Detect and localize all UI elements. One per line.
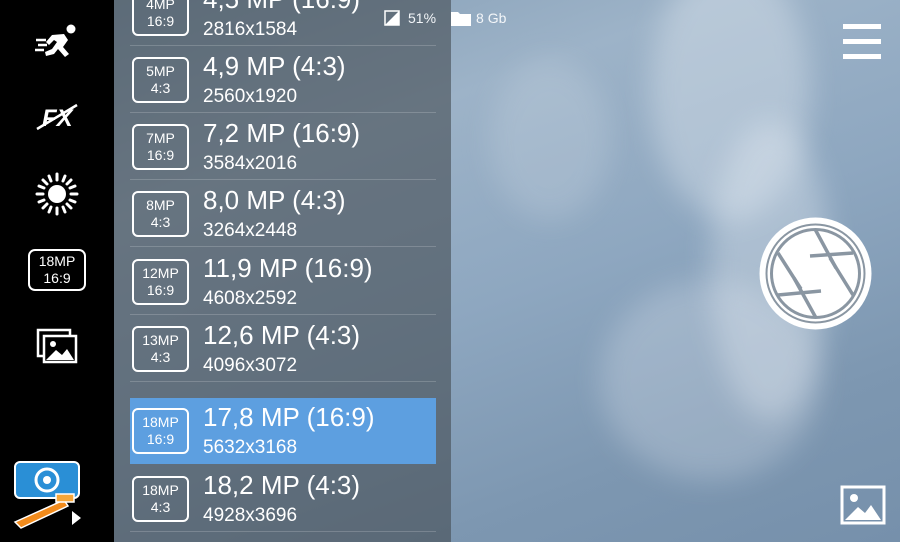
resolution-option-mp: 4MP — [146, 0, 175, 12]
hamburger-icon — [843, 24, 881, 29]
exposure-button[interactable] — [0, 170, 114, 218]
status-bar: 51% 8 Gb — [384, 6, 506, 30]
battery-level: 51% — [408, 10, 437, 26]
resolution-option-ratio: 4:3 — [150, 499, 171, 515]
gallery-mode-button[interactable] — [0, 325, 114, 367]
shutter-button[interactable] — [758, 216, 873, 331]
resolution-option-dimensions: 3264x2448 — [203, 220, 298, 241]
resolution-option-dimensions: 2560x1920 — [203, 86, 298, 107]
resolution-option-badge: 18MP 4:3 — [132, 476, 189, 522]
resolution-option-badge: 13MP 4:3 — [132, 326, 189, 372]
resolution-option-title: 4,5 MP (16:9) — [203, 0, 360, 15]
scene-mode-button[interactable] — [0, 20, 114, 66]
storage-free: 8 Gb — [476, 10, 507, 26]
resolution-option[interactable]: 18MP 16:9 17,8 MP (16:9) 5632x3168 — [130, 398, 436, 464]
resolution-option-dimensions: 4608x2592 — [203, 288, 298, 309]
resolution-option-ratio: 16:9 — [146, 431, 175, 447]
effects-button[interactable]: FX — [0, 96, 114, 136]
resolution-option-ratio: 4:3 — [150, 80, 171, 96]
brightness-icon — [35, 172, 79, 216]
resolution-badge: 18MP 16:9 — [28, 249, 86, 291]
resolution-option-dimensions: 2816x1584 — [203, 19, 298, 40]
resolution-option-mp: 18MP — [142, 414, 179, 430]
resolution-option-title: 11,9 MP (16:9) — [203, 253, 373, 283]
folder-icon — [451, 12, 472, 26]
resolution-option-mp: 18MP — [142, 482, 179, 498]
resolution-option-mp: 12MP — [142, 265, 179, 281]
resolution-option-ratio: 16:9 — [146, 282, 175, 298]
resolution-option-badge: 7MP 16:9 — [132, 124, 189, 170]
running-person-icon — [35, 24, 76, 57]
resolution-option-mp: 13MP — [142, 332, 179, 348]
resolution-option[interactable]: 13MP 4:3 12,6 MP (4:3) 4096x3072 — [130, 316, 436, 382]
resolution-button[interactable]: 18MP 16:9 — [0, 246, 114, 294]
resolution-option-badge: 5MP 4:3 — [132, 57, 189, 103]
exposure-half-icon — [384, 10, 400, 26]
resolution-list: 4MP16:94,5 MP (16:9)2816x15845MP4:34,9 M… — [114, 0, 451, 542]
resolution-option-dimensions: 4096x3072 — [203, 355, 298, 376]
hamburger-icon-bar — [843, 54, 881, 59]
resolution-option-title: 4,9 MP (4:3) — [203, 51, 346, 81]
resolution-option-ratio: 4:3 — [150, 214, 171, 230]
resolution-option[interactable]: 8MP 4:3 8,0 MP (4:3) 3264x2448 — [130, 181, 436, 247]
resolution-option-title: 8,0 MP (4:3) — [203, 185, 346, 215]
hamburger-icon-bar — [843, 39, 881, 44]
photos-icon — [36, 328, 78, 364]
resolution-badge-ratio: 16:9 — [43, 270, 71, 286]
resolution-option[interactable]: 12MP 16:9 11,9 MP (16:9) 4608x2592 — [130, 249, 436, 315]
image-icon — [840, 485, 886, 525]
aperture-icon — [759, 217, 872, 330]
resolution-option[interactable]: 5MP 4:3 4,9 MP (4:3) 2560x1920 — [130, 47, 436, 113]
resolution-option-dimensions: 5632x3168 — [203, 437, 298, 458]
resolution-option-badge: 12MP 16:9 — [132, 259, 189, 305]
resolution-option-ratio: 16:9 — [146, 147, 175, 163]
resolution-option-title: 7,2 MP (16:9) — [203, 118, 361, 148]
resolution-option-title: 12,6 MP (4:3) — [203, 320, 361, 350]
expand-arrow-icon[interactable] — [72, 511, 81, 525]
resolution-option[interactable]: 7MP 16:9 7,2 MP (16:9) 3584x2016 — [130, 114, 436, 180]
resolution-option-dimensions: 4928x3696 — [203, 505, 298, 526]
resolution-option-badge: 4MP 16:9 — [132, 0, 189, 36]
sidebar: FX 18MP 16:9 — [0, 0, 114, 542]
resolution-option-mp: 7MP — [146, 130, 175, 146]
resolution-option-badge: 18MP 16:9 — [132, 408, 189, 454]
resolution-option-ratio: 4:3 — [150, 349, 171, 365]
fx-icon: FX — [36, 103, 78, 132]
resolution-option-mp: 8MP — [146, 197, 175, 213]
gallery-button[interactable] — [840, 485, 886, 525]
menu-button[interactable] — [843, 24, 881, 60]
resolution-option-badge: 8MP 4:3 — [132, 191, 189, 237]
resolution-option-ratio: 16:9 — [146, 13, 175, 29]
resolution-option-title: 18,2 MP (4:3) — [203, 470, 361, 500]
resolution-option-title: 17,8 MP (16:9) — [203, 402, 375, 432]
resolution-option-mp: 5MP — [146, 63, 175, 79]
resolution-option-dimensions: 3584x2016 — [203, 153, 298, 174]
resolution-option[interactable]: 18MP 4:3 18,2 MP (4:3) 4928x3696 — [130, 466, 436, 532]
resolution-badge-mp: 18MP — [38, 253, 76, 269]
